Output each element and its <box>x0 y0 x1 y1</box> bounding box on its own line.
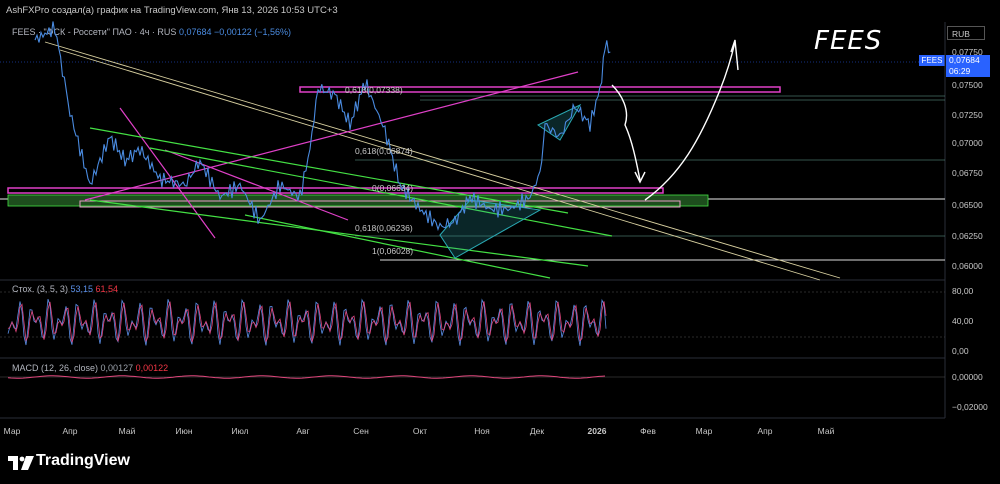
time-axis-label: Мар <box>696 426 713 436</box>
price-tick-label: 0,07250 <box>952 110 983 120</box>
price-tick-label: 0,07750 <box>952 47 983 57</box>
fib-label: 0,618(0,06874) <box>355 146 413 156</box>
macd-tick-label: 0,00000 <box>952 372 983 382</box>
chart-canvas[interactable]: 0,618(0,07338) 0,618(0,06874) 0(0,06634) 0,… <box>0 0 1000 484</box>
macd-legend[interactable]: MACD (12, 26, close) 0,00127 0,00122 <box>12 363 168 373</box>
macd-name: MACD (12, 26, close) <box>12 363 99 373</box>
stoch-tick-label: 40,00 <box>952 316 974 326</box>
projection-down-arrow <box>611 84 641 181</box>
stoch-axis: 80,00 40,00 0,00 <box>952 286 974 356</box>
time-axis[interactable]: Мар Апр Май Июн Июл Авг Сен Окт Ноя Дек 2026 Фев Мар… <box>4 426 835 436</box>
price-tick-label: 0,06000 <box>952 261 983 271</box>
fib-label: 0(0,06634) <box>372 183 413 193</box>
stoch-tick-label: 0,00 <box>952 346 969 356</box>
price-tick-label: 0,07000 <box>952 138 983 148</box>
time-axis-label: Июн <box>175 426 192 436</box>
stoch-tick-label: 80,00 <box>952 286 974 296</box>
brand-name: TradingView <box>36 452 130 469</box>
time-axis-label: Сен <box>353 426 369 436</box>
time-axis-label: Фев <box>640 426 656 436</box>
magenta-zone[interactable] <box>7 187 664 194</box>
macd-tick-label: −0,02000 <box>952 402 988 412</box>
price-tick-label: 0,07500 <box>952 80 983 90</box>
time-axis-label: Мар <box>4 426 21 436</box>
price-tick-label: 0,06500 <box>952 200 983 210</box>
time-axis-label: Дек <box>530 426 544 436</box>
time-axis-label: Май <box>119 426 136 436</box>
price-axis[interactable]: 0,07750 0,07500 0,07250 0,07000 0,06750 0,065… <box>952 47 983 271</box>
stoch-legend[interactable]: Стох. (3, 5, 3) 53,15 61,54 <box>12 284 118 294</box>
time-axis-label: Июл <box>231 426 248 436</box>
time-axis-label: 2026 <box>588 426 607 436</box>
fib-labels: 0,618(0,07338) 0,618(0,06874) 0(0,06634) 0,… <box>345 85 413 256</box>
time-axis-label: Май <box>818 426 835 436</box>
fib-label: 0,618(0,07338) <box>345 85 403 95</box>
time-axis-label: Апр <box>63 426 78 436</box>
trendlines[interactable] <box>44 41 841 281</box>
time-axis-label: Авг <box>296 426 309 436</box>
stoch-d-value: 61,54 <box>95 284 119 294</box>
price-tick-label: 0,06250 <box>952 231 983 241</box>
projection-up-arrow <box>644 41 736 201</box>
stoch-k-line[interactable] <box>7 298 607 346</box>
macd-signal-value: 0,00122 <box>135 363 169 373</box>
fib-label: 1(0,06028) <box>372 246 413 256</box>
macd-value: 0,00127 <box>100 363 134 373</box>
fib-label: 0,618(0,06236) <box>355 223 413 233</box>
time-axis-label: Апр <box>758 426 773 436</box>
time-axis-label: Окт <box>413 426 427 436</box>
stoch-k-value: 53,15 <box>70 284 93 294</box>
price-tick-label: 0,06750 <box>952 168 983 178</box>
macd-axis: 0,00000 −0,02000 <box>952 372 988 412</box>
tradingview-logo-icon <box>8 456 34 470</box>
stoch-d-line[interactable] <box>7 301 607 344</box>
time-axis-label: Ноя <box>474 426 490 436</box>
stoch-name: Стох. (3, 5, 3) <box>12 284 68 294</box>
